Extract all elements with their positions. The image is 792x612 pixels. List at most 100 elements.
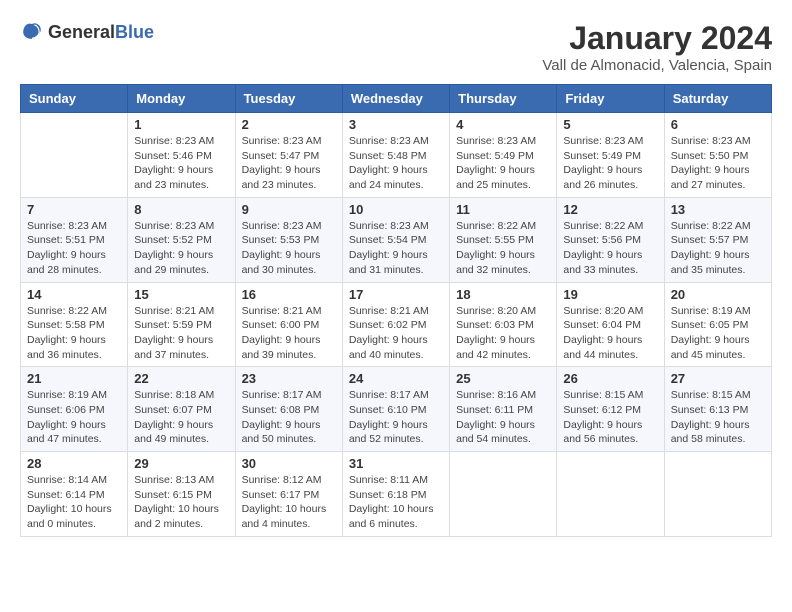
day-info: Sunrise: 8:12 AM Sunset: 6:17 PM Dayligh…	[242, 473, 336, 532]
day-number: 15	[134, 287, 228, 302]
weekday-header-friday: Friday	[557, 85, 664, 113]
day-number: 4	[456, 117, 550, 132]
weekday-header-row: SundayMondayTuesdayWednesdayThursdayFrid…	[21, 85, 772, 113]
calendar-cell: 5 Sunrise: 8:23 AM Sunset: 5:49 PM Daylig…	[557, 113, 664, 198]
day-info: Sunrise: 8:22 AM Sunset: 5:55 PM Dayligh…	[456, 219, 550, 278]
day-number: 27	[671, 371, 765, 386]
day-info: Sunrise: 8:23 AM Sunset: 5:49 PM Dayligh…	[563, 134, 657, 193]
calendar-cell: 24 Sunrise: 8:17 AM Sunset: 6:10 PM Dayli…	[342, 367, 449, 452]
calendar-cell: 9 Sunrise: 8:23 AM Sunset: 5:53 PM Daylig…	[235, 197, 342, 282]
logo-icon	[20, 20, 44, 44]
calendar-cell: 23 Sunrise: 8:17 AM Sunset: 6:08 PM Dayli…	[235, 367, 342, 452]
weekday-header-saturday: Saturday	[664, 85, 771, 113]
day-info: Sunrise: 8:15 AM Sunset: 6:12 PM Dayligh…	[563, 388, 657, 447]
calendar-cell: 28 Sunrise: 8:14 AM Sunset: 6:14 PM Dayli…	[21, 452, 128, 537]
weekday-header-monday: Monday	[128, 85, 235, 113]
day-info: Sunrise: 8:23 AM Sunset: 5:48 PM Dayligh…	[349, 134, 443, 193]
location-title: Vall de Almonacid, Valencia, Spain	[542, 57, 772, 74]
weekday-header-wednesday: Wednesday	[342, 85, 449, 113]
calendar-cell: 4 Sunrise: 8:23 AM Sunset: 5:49 PM Daylig…	[450, 113, 557, 198]
day-number: 16	[242, 287, 336, 302]
calendar-cell: 30 Sunrise: 8:12 AM Sunset: 6:17 PM Dayli…	[235, 452, 342, 537]
day-number: 23	[242, 371, 336, 386]
day-info: Sunrise: 8:23 AM Sunset: 5:51 PM Dayligh…	[27, 219, 121, 278]
day-number: 17	[349, 287, 443, 302]
calendar-cell: 1 Sunrise: 8:23 AM Sunset: 5:46 PM Daylig…	[128, 113, 235, 198]
day-info: Sunrise: 8:19 AM Sunset: 6:05 PM Dayligh…	[671, 304, 765, 363]
weekday-header-sunday: Sunday	[21, 85, 128, 113]
day-info: Sunrise: 8:23 AM Sunset: 5:54 PM Dayligh…	[349, 219, 443, 278]
calendar-cell: 2 Sunrise: 8:23 AM Sunset: 5:47 PM Daylig…	[235, 113, 342, 198]
calendar-cell: 25 Sunrise: 8:16 AM Sunset: 6:11 PM Dayli…	[450, 367, 557, 452]
calendar-cell	[450, 452, 557, 537]
day-number: 18	[456, 287, 550, 302]
calendar-cell: 6 Sunrise: 8:23 AM Sunset: 5:50 PM Daylig…	[664, 113, 771, 198]
day-info: Sunrise: 8:16 AM Sunset: 6:11 PM Dayligh…	[456, 388, 550, 447]
day-info: Sunrise: 8:19 AM Sunset: 6:06 PM Dayligh…	[27, 388, 121, 447]
day-info: Sunrise: 8:22 AM Sunset: 5:56 PM Dayligh…	[563, 219, 657, 278]
day-number: 12	[563, 202, 657, 217]
page-header: GeneralBlue January 2024 Vall de Almonac…	[20, 20, 772, 74]
day-number: 1	[134, 117, 228, 132]
calendar-week-1: 1 Sunrise: 8:23 AM Sunset: 5:46 PM Daylig…	[21, 113, 772, 198]
calendar-cell: 17 Sunrise: 8:21 AM Sunset: 6:02 PM Dayli…	[342, 282, 449, 367]
calendar-cell: 15 Sunrise: 8:21 AM Sunset: 5:59 PM Dayli…	[128, 282, 235, 367]
day-info: Sunrise: 8:23 AM Sunset: 5:46 PM Dayligh…	[134, 134, 228, 193]
day-info: Sunrise: 8:23 AM Sunset: 5:52 PM Dayligh…	[134, 219, 228, 278]
calendar-week-4: 21 Sunrise: 8:19 AM Sunset: 6:06 PM Dayli…	[21, 367, 772, 452]
day-info: Sunrise: 8:23 AM Sunset: 5:53 PM Dayligh…	[242, 219, 336, 278]
day-info: Sunrise: 8:23 AM Sunset: 5:49 PM Dayligh…	[456, 134, 550, 193]
day-info: Sunrise: 8:23 AM Sunset: 5:50 PM Dayligh…	[671, 134, 765, 193]
weekday-header-tuesday: Tuesday	[235, 85, 342, 113]
day-info: Sunrise: 8:22 AM Sunset: 5:57 PM Dayligh…	[671, 219, 765, 278]
day-number: 21	[27, 371, 121, 386]
calendar-cell: 29Sunrise: 8:13 AM Sunset: 6:15 PM Dayli…	[128, 452, 235, 537]
logo-blue-text: Blue	[115, 22, 154, 42]
calendar-cell: 10Sunrise: 8:23 AM Sunset: 5:54 PM Dayli…	[342, 197, 449, 282]
day-info: Sunrise: 8:21 AM Sunset: 5:59 PM Dayligh…	[134, 304, 228, 363]
day-info: Sunrise: 8:23 AM Sunset: 5:47 PM Dayligh…	[242, 134, 336, 193]
day-info: Sunrise: 8:20 AM Sunset: 6:04 PM Dayligh…	[563, 304, 657, 363]
calendar-cell: 22 Sunrise: 8:18 AM Sunset: 6:07 PM Dayli…	[128, 367, 235, 452]
day-number: 28	[27, 456, 121, 471]
calendar-cell: 7 Sunrise: 8:23 AM Sunset: 5:51 PM Daylig…	[21, 197, 128, 282]
day-info: Sunrise: 8:14 AM Sunset: 6:14 PM Dayligh…	[27, 473, 121, 532]
calendar-cell: 16 Sunrise: 8:21 AM Sunset: 6:00 PM Dayli…	[235, 282, 342, 367]
calendar-cell: 20 Sunrise: 8:19 AM Sunset: 6:05 PM Dayli…	[664, 282, 771, 367]
day-number: 25	[456, 371, 550, 386]
day-number: 30	[242, 456, 336, 471]
weekday-header-thursday: Thursday	[450, 85, 557, 113]
calendar-cell	[557, 452, 664, 537]
calendar-cell: 31Sunrise: 8:11 AM Sunset: 6:18 PM Dayli…	[342, 452, 449, 537]
calendar-week-3: 14 Sunrise: 8:22 AM Sunset: 5:58 PM Dayli…	[21, 282, 772, 367]
day-info: Sunrise: 8:20 AM Sunset: 6:03 PM Dayligh…	[456, 304, 550, 363]
day-number: 22	[134, 371, 228, 386]
day-number: 20	[671, 287, 765, 302]
day-info: Sunrise: 8:15 AM Sunset: 6:13 PM Dayligh…	[671, 388, 765, 447]
calendar-cell	[21, 113, 128, 198]
day-info: Sunrise: 8:21 AM Sunset: 6:02 PM Dayligh…	[349, 304, 443, 363]
day-number: 24	[349, 371, 443, 386]
day-number: 13	[671, 202, 765, 217]
day-number: 11	[456, 202, 550, 217]
day-number: 9	[242, 202, 336, 217]
day-info: Sunrise: 8:22 AM Sunset: 5:58 PM Dayligh…	[27, 304, 121, 363]
calendar-week-2: 7 Sunrise: 8:23 AM Sunset: 5:51 PM Daylig…	[21, 197, 772, 282]
day-number: 2	[242, 117, 336, 132]
day-info: Sunrise: 8:18 AM Sunset: 6:07 PM Dayligh…	[134, 388, 228, 447]
day-info: Sunrise: 8:13 AM Sunset: 6:15 PM Dayligh…	[134, 473, 228, 532]
day-number: 26	[563, 371, 657, 386]
day-info: Sunrise: 8:17 AM Sunset: 6:10 PM Dayligh…	[349, 388, 443, 447]
day-number: 6	[671, 117, 765, 132]
day-number: 7	[27, 202, 121, 217]
calendar-table: SundayMondayTuesdayWednesdayThursdayFrid…	[20, 84, 772, 537]
calendar-cell: 26 Sunrise: 8:15 AM Sunset: 6:12 PM Dayli…	[557, 367, 664, 452]
calendar-cell: 27 Sunrise: 8:15 AM Sunset: 6:13 PM Dayli…	[664, 367, 771, 452]
day-number: 5	[563, 117, 657, 132]
day-number: 31	[349, 456, 443, 471]
month-title: January 2024	[542, 20, 772, 57]
day-info: Sunrise: 8:17 AM Sunset: 6:08 PM Dayligh…	[242, 388, 336, 447]
day-info: Sunrise: 8:21 AM Sunset: 6:00 PM Dayligh…	[242, 304, 336, 363]
day-number: 14	[27, 287, 121, 302]
title-area: January 2024 Vall de Almonacid, Valencia…	[542, 20, 772, 74]
